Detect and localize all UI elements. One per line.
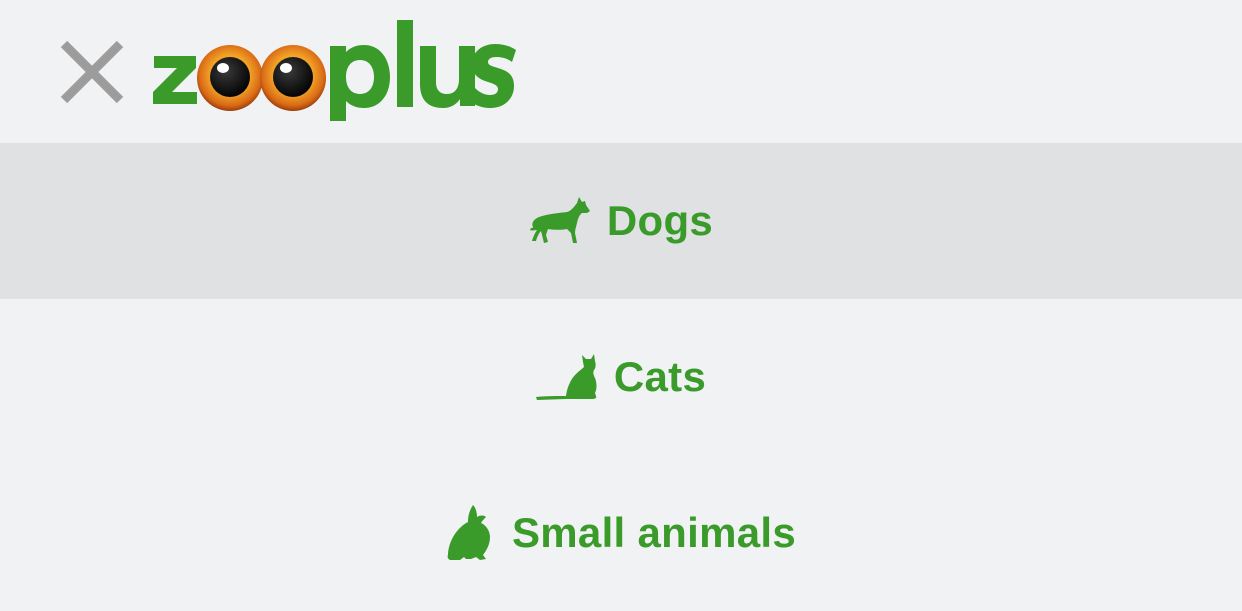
close-icon[interactable] — [56, 38, 128, 108]
zooplus-logo[interactable] — [150, 16, 520, 126]
menu-item-dogs[interactable]: Dogs — [0, 143, 1242, 299]
category-menu: Dogs Cats Small animals — [0, 143, 1242, 611]
zooplus-logo-image — [153, 20, 516, 121]
menu-item-small-animals[interactable]: Small animals — [0, 455, 1242, 611]
menu-item-cats[interactable]: Cats — [0, 299, 1242, 455]
menu-item-label: Small animals — [511, 509, 797, 556]
menu-item-label: Cats — [613, 353, 707, 400]
close-button[interactable] — [56, 38, 128, 108]
header — [0, 0, 1242, 143]
rabbit-icon — [446, 505, 496, 561]
menu-item-label: Dogs — [606, 197, 714, 244]
cat-icon — [535, 352, 598, 402]
dog-icon — [529, 197, 591, 245]
